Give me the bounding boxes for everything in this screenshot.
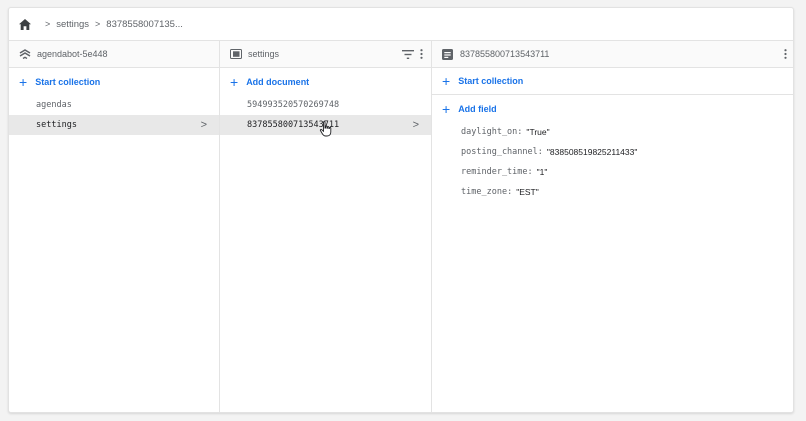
start-collection-button[interactable]: + Start collection (432, 68, 793, 95)
plus-icon: + (442, 73, 451, 89)
collection-name: settings (248, 49, 280, 59)
field-value: "1" (536, 167, 548, 177)
firestore-project-icon (19, 48, 31, 60)
add-document-label: Add document (246, 76, 310, 87)
collection-panel: settings + Add document 5949935205702697… (220, 41, 432, 412)
document-icon (442, 48, 454, 60)
field-value: "True" (526, 127, 550, 137)
add-document-button[interactable]: + Add document (220, 68, 431, 95)
field-key: reminder_time (461, 167, 528, 177)
chevron-right-icon: > (200, 119, 207, 131)
document-item[interactable]: 594993520570269748 (220, 95, 431, 115)
plus-icon: + (19, 73, 28, 90)
add-field-button[interactable]: + Add field (432, 95, 793, 122)
breadcrumb-separator: > (95, 19, 101, 29)
plus-icon: + (230, 73, 239, 90)
plus-icon: + (442, 100, 451, 117)
more-vert-icon[interactable] (784, 49, 787, 59)
field-value: "EST" (516, 187, 539, 197)
collection-item-agendas[interactable]: agendas (9, 95, 219, 115)
firestore-data-viewer: > settings > 8378558007135... agendabot-… (8, 7, 794, 413)
start-collection-label: Start collection (35, 76, 101, 87)
add-field-label: Add field (458, 103, 497, 114)
more-vert-icon[interactable] (420, 49, 423, 59)
home-icon[interactable] (19, 18, 31, 30)
field-row-daylight-on[interactable]: daylight_on: "True" (432, 122, 793, 142)
breadcrumb-item-collection[interactable]: settings (56, 19, 89, 30)
field-key: time_zone (461, 187, 508, 197)
project-panel-header: agendabot-5e448 (9, 41, 219, 68)
chevron-right-icon: > (412, 119, 419, 131)
panels: agendabot-5e448 + Start collection agend… (9, 41, 793, 412)
collection-item-label: settings (36, 120, 77, 130)
collection-icon (230, 48, 242, 60)
field-key: daylight_on (461, 127, 518, 137)
field-row-time-zone[interactable]: time_zone: "EST" (432, 182, 793, 202)
start-collection-label: Start collection (458, 76, 524, 86)
collection-item-label: agendas (36, 100, 72, 110)
hand-pointer-icon (319, 121, 333, 137)
field-value: "838508519825211433" (546, 147, 638, 157)
breadcrumb-separator: > (45, 19, 51, 29)
project-name: agendabot-5e448 (37, 49, 108, 59)
start-collection-button[interactable]: + Start collection (9, 68, 219, 95)
document-panel: 837855800713543711 + Start collection + … (432, 41, 793, 412)
document-item-label: 594993520570269748 (247, 100, 340, 110)
breadcrumb: > settings > 8378558007135... (9, 8, 793, 41)
document-name: 837855800713543711 (460, 49, 550, 59)
project-panel: agendabot-5e448 + Start collection agend… (9, 41, 220, 412)
document-panel-header: 837855800713543711 (432, 41, 793, 68)
field-row-reminder-time[interactable]: reminder_time: "1" (432, 162, 793, 182)
breadcrumb-item-document[interactable]: 8378558007135... (106, 19, 183, 30)
collection-panel-header: settings (220, 41, 431, 68)
collection-item-settings[interactable]: settings > (9, 115, 219, 135)
filter-icon[interactable] (402, 49, 414, 59)
field-row-posting-channel[interactable]: posting_channel: "838508519825211433" (432, 142, 793, 162)
field-key: posting_channel (461, 147, 538, 157)
